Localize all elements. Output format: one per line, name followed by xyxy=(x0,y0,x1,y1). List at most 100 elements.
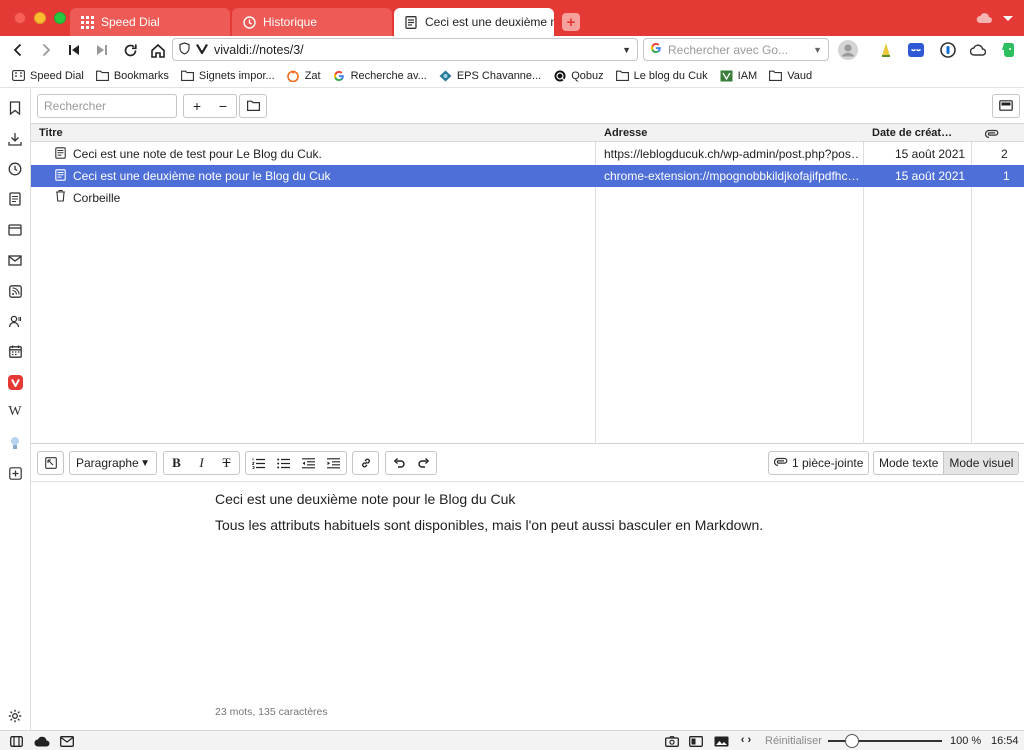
new-tab-button[interactable]: + xyxy=(562,13,580,31)
attachments-button[interactable]: 1 pièce-jointe xyxy=(768,451,870,475)
mail-panel-icon[interactable] xyxy=(6,251,24,269)
search-engine-dropdown-icon[interactable]: ▼ xyxy=(813,45,822,55)
bookmarks-panel-icon[interactable] xyxy=(6,99,24,117)
zoom-level: 100 % xyxy=(950,735,982,747)
add-note-button[interactable]: + xyxy=(184,95,210,117)
notes-search-placeholder: Rechercher xyxy=(44,99,107,113)
link-button[interactable] xyxy=(353,452,378,474)
fast-forward-button[interactable] xyxy=(90,38,114,62)
mode-text-button[interactable]: Mode texte xyxy=(874,452,943,474)
web-panel-icon[interactable] xyxy=(6,434,24,452)
url-text: vivaldi://notes/3/ xyxy=(214,42,304,57)
close-window-button[interactable] xyxy=(14,12,26,24)
capture-icon[interactable] xyxy=(664,733,680,749)
extension-blue-icon[interactable] xyxy=(906,40,926,60)
outdent-button[interactable] xyxy=(296,452,321,474)
expand-editor-button[interactable] xyxy=(37,451,64,475)
remove-note-button[interactable]: − xyxy=(210,95,236,117)
bookmark-eps[interactable]: EPS Chavanne... xyxy=(433,70,547,82)
table-row[interactable]: Ceci est une note de test pour Le Blog d… xyxy=(31,143,1024,165)
notes-search-input[interactable]: Rechercher xyxy=(37,94,177,118)
table-row[interactable]: Corbeille xyxy=(31,187,1024,209)
url-dropdown-icon[interactable]: ▼ xyxy=(622,45,631,55)
cloud-icon[interactable] xyxy=(976,12,992,27)
tiling-icon[interactable] xyxy=(688,733,704,749)
redo-button[interactable] xyxy=(411,452,436,474)
format-select[interactable]: Paragraphe ▼ xyxy=(69,451,157,475)
folder-icon xyxy=(769,70,783,82)
italic-button[interactable]: I xyxy=(189,452,214,474)
eps-icon xyxy=(439,70,452,82)
wikipedia-panel-icon[interactable]: W xyxy=(6,403,24,421)
reload-button[interactable] xyxy=(118,38,142,62)
bookmark-bookmarks[interactable]: Bookmarks xyxy=(90,70,175,82)
table-row-selected[interactable]: Ceci est une deuxième note pour le Blog … xyxy=(31,165,1024,187)
zoom-slider[interactable] xyxy=(828,733,942,749)
bookmark-iam[interactable]: IAM xyxy=(714,70,764,82)
zoom-reset-button[interactable]: Réinitialiser xyxy=(765,733,822,749)
new-folder-button[interactable] xyxy=(240,95,266,117)
bookmark-label: Vaud xyxy=(787,69,813,82)
toggle-layout-button[interactable] xyxy=(993,95,1019,117)
profile-avatar[interactable] xyxy=(838,40,858,60)
row-title: Corbeille xyxy=(73,191,121,205)
history-panel-icon[interactable] xyxy=(6,160,24,178)
google-icon xyxy=(333,70,346,82)
bold-button[interactable]: B xyxy=(164,452,189,474)
bookmark-signets[interactable]: Signets impor... xyxy=(175,70,281,82)
calendar-panel-icon[interactable] xyxy=(6,342,24,360)
note-editor[interactable]: Ceci est une deuxième note pour le Blog … xyxy=(31,482,1024,730)
evernote-icon[interactable] xyxy=(998,40,1018,60)
tab-historique[interactable]: Historique xyxy=(232,8,392,36)
back-button[interactable] xyxy=(6,38,30,62)
header-date[interactable]: Date de créat… xyxy=(864,124,952,142)
zoom-slider-knob[interactable] xyxy=(845,734,859,748)
bookmark-recherche[interactable]: Recherche av... xyxy=(327,70,433,82)
minimize-window-button[interactable] xyxy=(34,12,46,24)
header-address[interactable]: Adresse xyxy=(596,124,647,142)
bookmark-zat[interactable]: Zat xyxy=(281,70,327,82)
notes-panel-icon[interactable] xyxy=(6,190,24,208)
ordered-list-button[interactable] xyxy=(246,452,271,474)
page-actions-icon[interactable]: ‹› xyxy=(738,733,754,749)
header-attachments[interactable] xyxy=(977,124,999,142)
feeds-panel-icon[interactable] xyxy=(6,282,24,300)
window-menu-icon[interactable] xyxy=(1002,12,1014,27)
table-header: Titre Adresse Date de créat… xyxy=(31,124,1024,142)
bookmark-speed-dial[interactable]: Speed Dial xyxy=(6,70,90,82)
bullet-list-button[interactable] xyxy=(271,452,296,474)
forward-button[interactable] xyxy=(34,38,58,62)
vivaldi-panel-icon[interactable] xyxy=(6,373,24,391)
header-title[interactable]: Titre xyxy=(31,124,63,142)
extension-icon[interactable] xyxy=(876,40,896,60)
row-date: 15 août 2021 xyxy=(895,169,966,183)
image-toggle-icon[interactable] xyxy=(712,733,730,749)
shield-icon[interactable] xyxy=(179,41,190,58)
settings-gear-icon[interactable] xyxy=(6,707,24,725)
tab-speed-dial[interactable]: Speed Dial xyxy=(70,8,230,36)
bookmark-blog-du-cuk[interactable]: Le blog du Cuk xyxy=(610,70,714,82)
indent-button[interactable] xyxy=(321,452,346,474)
window-panel-icon[interactable] xyxy=(6,221,24,239)
rewind-button[interactable] xyxy=(62,38,86,62)
home-button[interactable] xyxy=(146,38,170,62)
password-manager-icon[interactable] xyxy=(938,40,958,60)
mail-icon[interactable] xyxy=(58,733,76,749)
mode-visual-button[interactable]: Mode visuel xyxy=(943,452,1019,474)
panel-toggle-icon[interactable] xyxy=(8,733,24,749)
downloads-panel-icon[interactable] xyxy=(6,130,24,148)
iam-icon xyxy=(720,70,733,82)
bookmark-qobuz[interactable]: Qobuz xyxy=(547,70,609,82)
add-panel-icon[interactable] xyxy=(6,464,24,482)
sync-cloud-icon[interactable] xyxy=(32,733,52,749)
sync-cloud-icon[interactable] xyxy=(968,40,988,60)
contacts-panel-icon[interactable] xyxy=(6,312,24,330)
search-field[interactable]: Rechercher avec Go... ▼ xyxy=(643,38,829,61)
undo-button[interactable] xyxy=(386,452,411,474)
bookmark-vaud[interactable]: Vaud xyxy=(763,70,818,82)
url-field[interactable]: vivaldi://notes/3/ ▼ xyxy=(172,38,638,61)
chevron-down-icon: ▼ xyxy=(140,457,150,469)
tab-active-note[interactable]: Ceci est une deuxième note xyxy=(394,8,554,36)
zoom-window-button[interactable] xyxy=(54,12,66,24)
strikethrough-button[interactable]: T xyxy=(214,452,239,474)
